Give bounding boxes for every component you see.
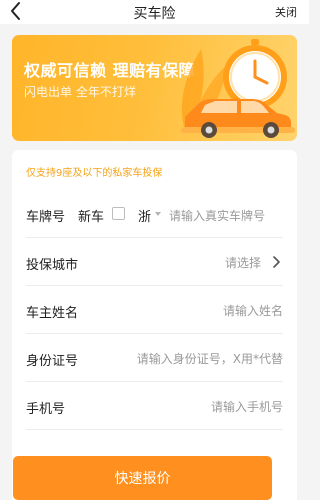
owner-label: 车主姓名 [26,306,79,321]
province-select[interactable]: 浙 [138,206,151,225]
owner-row: 车主姓名 请输入姓名 [12,286,297,334]
page-title: 买车险 [133,6,176,22]
caret-down-icon [155,212,161,216]
quote-form: 仅支持9座及以下的私家车投保 车牌号 新车 浙 请输入真实车牌号 投保城市 请选… [12,150,297,500]
quick-quote-button[interactable]: 快速报价 [13,456,272,500]
city-label: 投保城市 [26,258,79,273]
close-button[interactable]: 关闭 [275,4,297,20]
divider [26,429,283,430]
eligibility-notice: 仅支持9座及以下的私家车投保 [26,168,163,179]
plate-row: 车牌号 新车 浙 请输入真实车牌号 [12,190,297,238]
car-clock-illustration [181,39,295,138]
promo-banner: 权威可信赖 理赔有保障 闪电出单 全年不打烊 [12,35,297,141]
city-row[interactable]: 投保城市 请选择 [12,238,297,286]
new-car-checkbox[interactable] [112,207,125,220]
nav-bar: 买车险 关闭 [0,0,309,24]
plate-label: 车牌号 [26,210,66,225]
owner-name-input[interactable]: 请输入姓名 [223,302,283,319]
id-row: 身份证号 请输入身份证号，X用*代替 [12,334,297,382]
new-car-label: 新车 [78,210,105,225]
chevron-right-icon [269,254,283,270]
plate-input[interactable]: 请输入真实车牌号 [169,207,265,224]
phone-input[interactable]: 请输入手机号 [211,398,283,415]
id-number-input[interactable]: 请输入身份证号，X用*代替 [137,350,283,367]
phone-row: 手机号 请输入手机号 [12,382,297,430]
banner-subline: 闪电出单 全年不打烊 [24,85,136,99]
id-label: 身份证号 [26,354,79,369]
city-select[interactable]: 请选择 [225,254,261,271]
phone-label: 手机号 [26,402,66,417]
